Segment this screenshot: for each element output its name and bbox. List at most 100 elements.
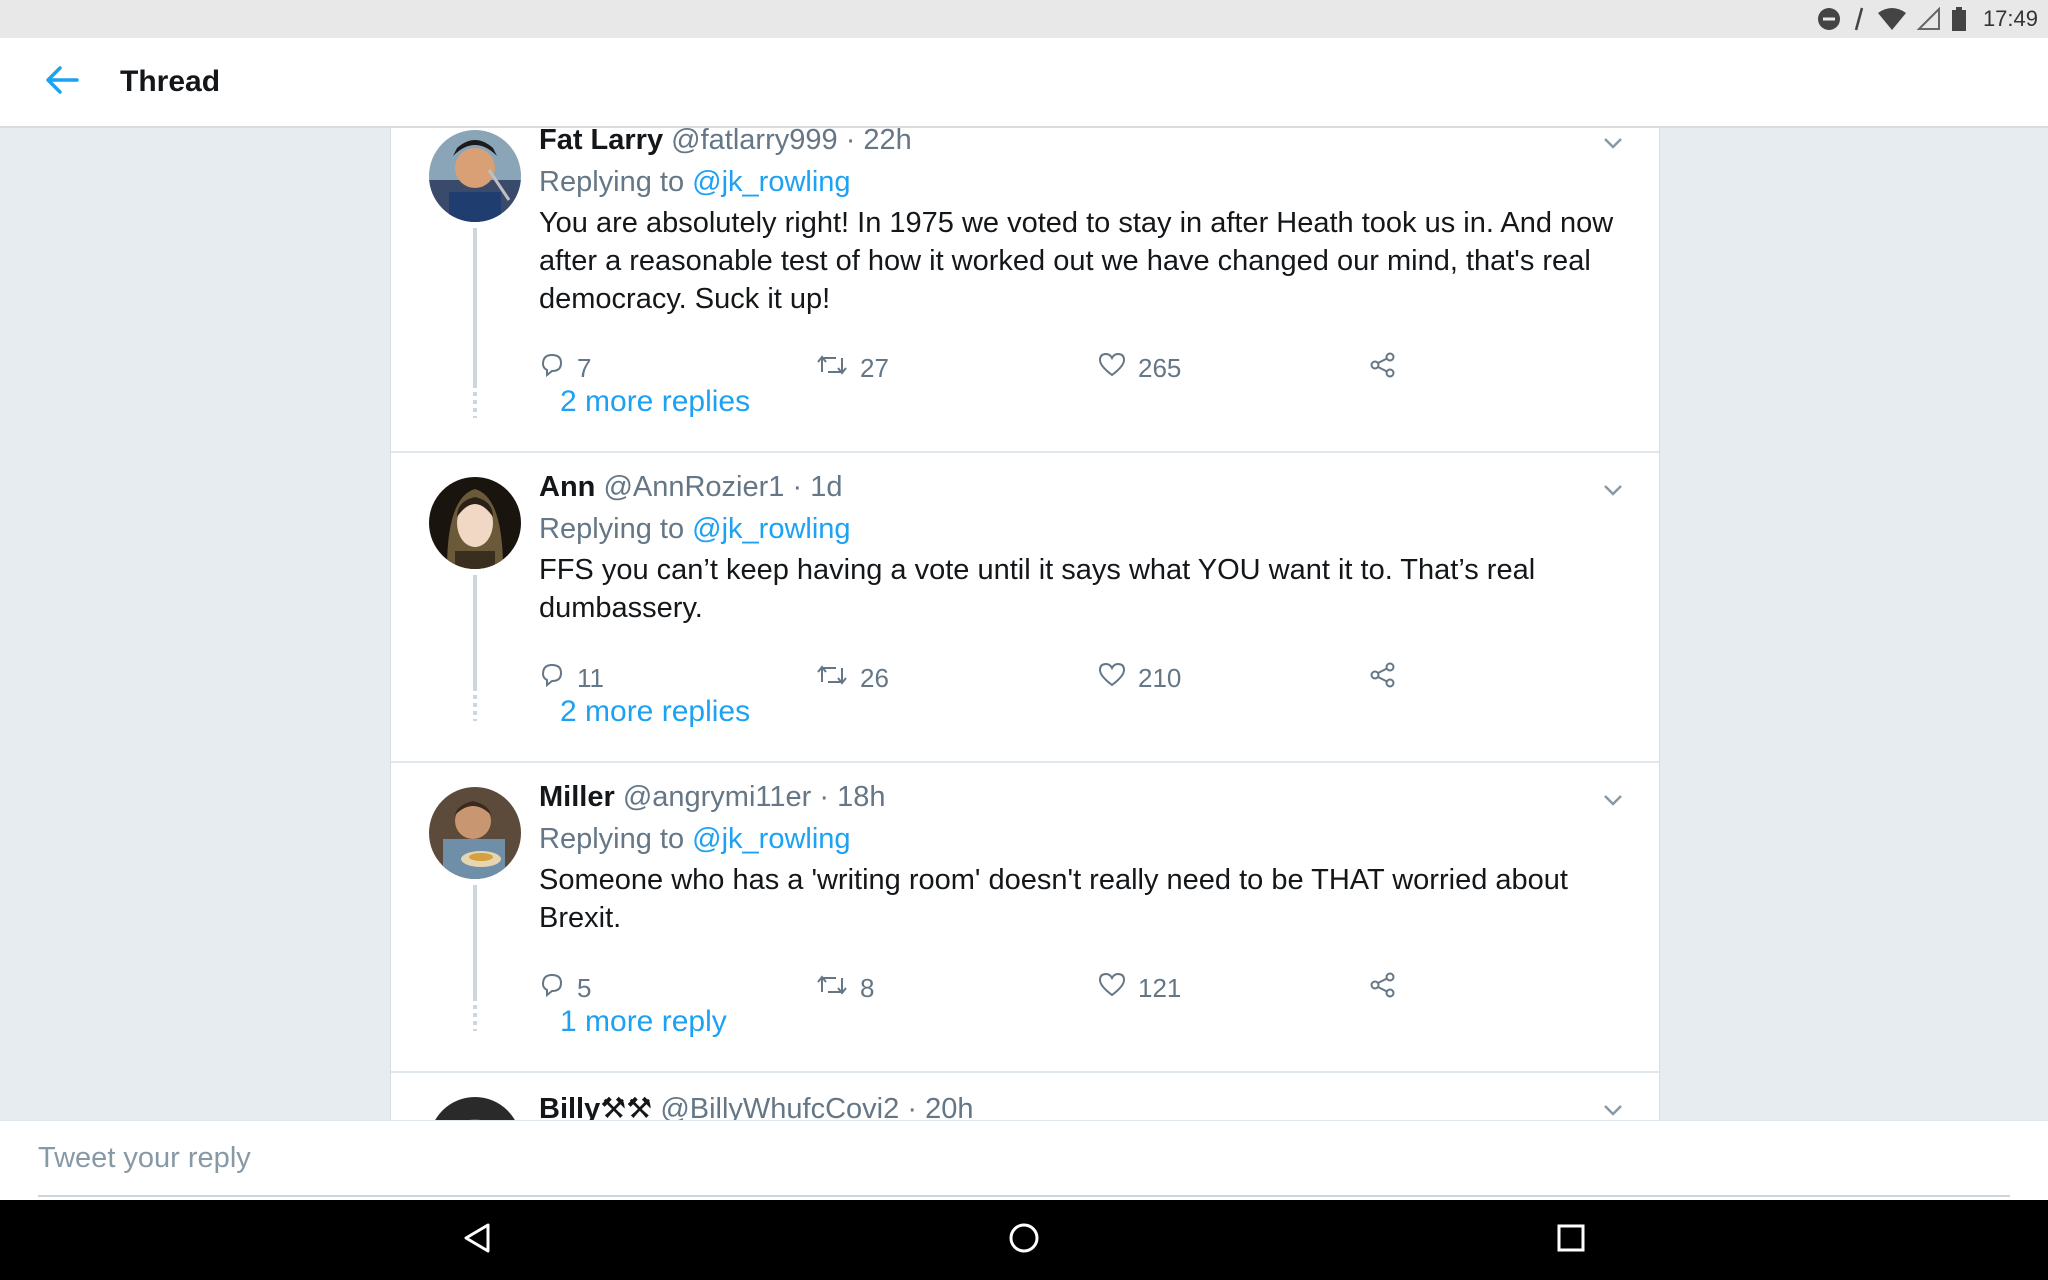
tweet-header: Fat Larry @fatlarry999 · 22h [539, 128, 912, 157]
system-nav-bar [0, 1200, 2048, 1280]
retweet-count: 8 [860, 973, 875, 1003]
avatar[interactable] [429, 787, 521, 879]
page-title: Thread [120, 65, 221, 98]
author-name[interactable]: Miller [539, 781, 615, 813]
replying-to: Replying to @jk_rowling [539, 513, 851, 546]
share-button[interactable] [1369, 972, 1397, 1005]
share-icon [1369, 662, 1397, 695]
tweet-menu-button[interactable] [1598, 1097, 1628, 1120]
like-button[interactable]: 121 [1098, 972, 1181, 1005]
author-name[interactable]: Fat Larry [539, 128, 663, 156]
tweet-reply-input[interactable] [38, 1121, 2010, 1197]
tweet-menu-button[interactable] [1598, 477, 1628, 507]
app-header: Thread [0, 38, 2048, 128]
tweet[interactable]: Ann @AnnRozier1 · 1d Replying to @jk_row… [391, 451, 1659, 763]
replying-to: Replying to @jk_rowling [539, 166, 851, 199]
heart-icon [1098, 662, 1126, 695]
reply-bar [0, 1120, 2048, 1200]
author-handle[interactable]: @BillyWhufcCovi2 [660, 1093, 899, 1120]
separator: · [907, 1093, 917, 1120]
tweet-header: Ann @AnnRozier1 · 1d [539, 471, 842, 504]
avatar[interactable] [429, 477, 521, 569]
share-button[interactable] [1369, 352, 1397, 385]
author-handle[interactable]: @angrymi11er [623, 781, 811, 813]
reply-button[interactable]: 11 [539, 662, 604, 695]
chevron-down-icon [1603, 483, 1623, 501]
reply-icon [539, 352, 565, 385]
tweet[interactable]: Miller @angrymi11er · 18h Replying to @j… [391, 761, 1659, 1073]
like-count: 210 [1138, 663, 1182, 693]
like-button[interactable]: 210 [1098, 662, 1181, 695]
mention-link[interactable]: @jk_rowling [692, 513, 850, 545]
signal-icon [1916, 7, 1941, 31]
reply-icon [539, 972, 565, 1005]
author-name[interactable]: Billy⚒⚒ [539, 1093, 652, 1120]
tweet-text: FFS you can’t keep having a vote until i… [539, 554, 1536, 624]
back-button[interactable] [27, 47, 97, 117]
tweet[interactable]: Billy⚒⚒ @BillyWhufcCovi2 · 20h [391, 1071, 1659, 1120]
more-replies-link[interactable]: 1 more reply [560, 1005, 727, 1039]
tweet-time: 22h [863, 128, 912, 156]
nav-home-button[interactable] [996, 1212, 1052, 1268]
chevron-down-icon [1603, 793, 1623, 811]
thread-connector [473, 1005, 477, 1031]
tweet-text: Someone who has a 'writing room' doesn't… [539, 864, 1568, 934]
share-icon [1369, 352, 1397, 385]
avatar[interactable] [429, 1097, 521, 1120]
heart-icon [1098, 972, 1126, 1005]
wifi-icon [1877, 7, 1907, 31]
avatar[interactable] [429, 130, 521, 222]
nav-recents-icon [1557, 1224, 1585, 1257]
like-count: 121 [1138, 973, 1182, 1003]
separator: · [845, 128, 856, 156]
replying-to-label: Replying to [539, 823, 685, 855]
tweet-time: 20h [925, 1093, 974, 1120]
retweet-icon [816, 352, 848, 385]
tweet-menu-button[interactable] [1598, 787, 1628, 817]
nav-recents-button[interactable] [1543, 1212, 1599, 1268]
reply-count: 11 [577, 663, 604, 693]
tweet-menu-button[interactable] [1598, 130, 1628, 160]
retweet-button[interactable]: 8 [816, 972, 874, 1005]
reply-button[interactable]: 7 [539, 352, 591, 385]
thread-connector [473, 695, 477, 721]
reply-button[interactable]: 5 [539, 972, 591, 1005]
mention-link[interactable]: @jk_rowling [692, 166, 850, 198]
more-replies-link[interactable]: 2 more replies [560, 385, 750, 419]
nav-home-icon [1008, 1222, 1040, 1259]
author-handle[interactable]: @fatlarry999 [671, 128, 837, 156]
arrow-left-icon [45, 65, 79, 100]
tweet[interactable]: Fat Larry @fatlarry999 · 22h Replying to… [391, 128, 1659, 453]
separator: · [792, 471, 803, 503]
tweet-header: Billy⚒⚒ @BillyWhufcCovi2 · 20h [539, 1091, 973, 1120]
mention-link[interactable]: @jk_rowling [692, 823, 850, 855]
like-count: 265 [1138, 353, 1182, 383]
more-replies-link[interactable]: 2 more replies [560, 695, 750, 729]
clock: 17:49 [1982, 6, 2038, 31]
chevron-down-icon [1603, 1103, 1623, 1120]
tweet-actions: 11 26 210 [539, 662, 1539, 696]
battery-icon [1951, 6, 1967, 32]
retweet-button[interactable]: 26 [816, 662, 889, 695]
chevron-down-icon [1603, 136, 1623, 154]
thread-line [473, 228, 477, 388]
tweet-time: 1d [810, 471, 843, 503]
tweet-actions: 5 8 121 [539, 972, 1539, 1006]
share-button[interactable] [1369, 662, 1397, 695]
share-icon [1369, 972, 1397, 1005]
author-name[interactable]: Ann [539, 471, 595, 503]
retweet-button[interactable]: 27 [816, 352, 889, 385]
do-not-disturb-icon [1817, 7, 1841, 31]
thread-line [473, 575, 477, 691]
nav-back-icon [462, 1222, 492, 1259]
like-button[interactable]: 265 [1098, 352, 1181, 385]
replying-to-label: Replying to [539, 513, 685, 545]
author-handle[interactable]: @AnnRozier1 [603, 471, 784, 503]
nav-back-button[interactable] [449, 1212, 505, 1268]
separator: · [819, 781, 830, 813]
retweet-icon [816, 972, 848, 1005]
reply-count: 7 [577, 353, 592, 383]
tweet-header: Miller @angrymi11er · 18h [539, 781, 885, 814]
status-bar: 17:49 [0, 0, 2048, 38]
thread-line [473, 885, 477, 1001]
